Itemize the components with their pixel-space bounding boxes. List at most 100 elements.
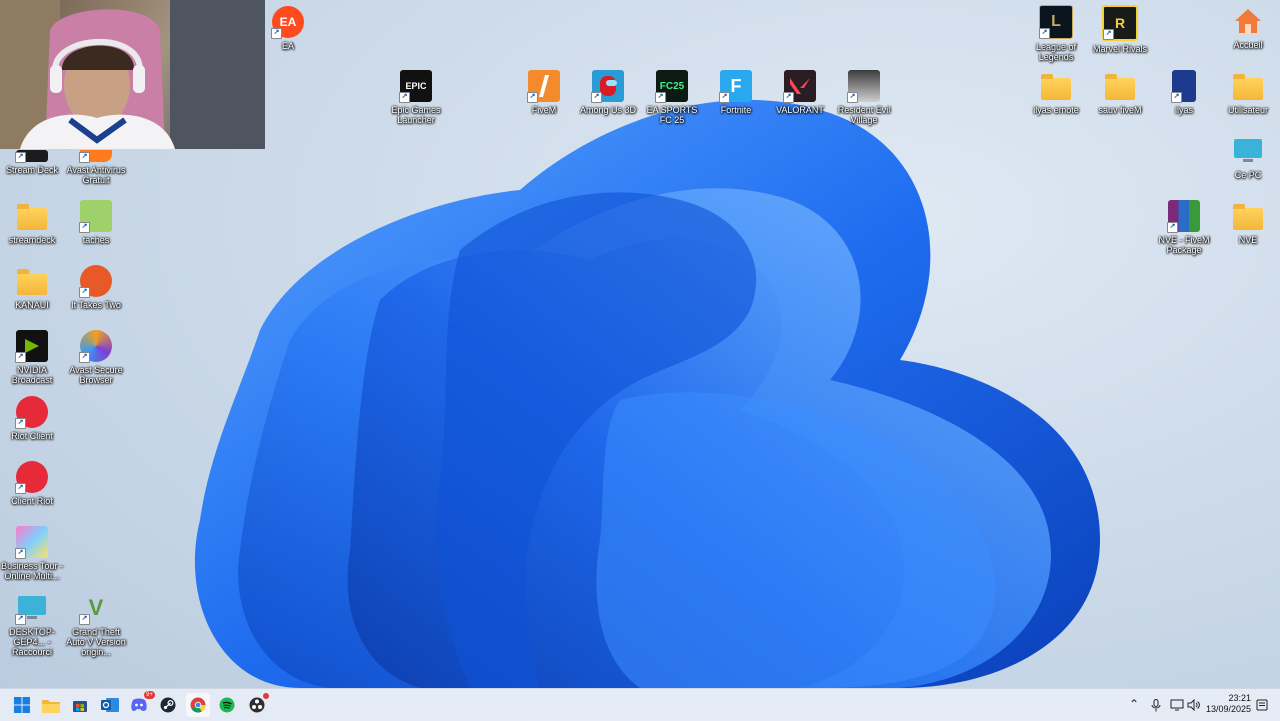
- notification-bell-icon[interactable]: [1256, 699, 1268, 711]
- desktop-icon-avast-antivirus[interactable]: ↗ Avast Antivirus Gratuit: [64, 150, 128, 185]
- desktop-icon-business-tour[interactable]: ↗ Business Tour - Online Multi...: [0, 526, 64, 581]
- icon-label: It Takes Two: [71, 300, 121, 310]
- desktop-icon-sauv-fivem[interactable]: sauv fiveM: [1088, 70, 1152, 115]
- desktop-icon-league-of-legends[interactable]: L ↗ League of Legends: [1024, 5, 1088, 62]
- shortcut-arrow-icon: ↗: [1167, 222, 1178, 233]
- icon-label: Marvel Rivals: [1092, 44, 1147, 54]
- ea-icon: EA ↗: [271, 6, 304, 39]
- shortcut-arrow-icon: ↗: [1103, 29, 1114, 40]
- shortcut-arrow-icon: ↗: [15, 352, 26, 363]
- shortcut-arrow-icon: ↗: [719, 92, 730, 103]
- desktop-icon-accueil[interactable]: Accueil: [1216, 5, 1280, 50]
- shortcut-arrow-icon: ↗: [79, 287, 90, 298]
- computer-icon: [1232, 135, 1264, 167]
- desktop-icon-ea-sports-fc25[interactable]: FC25 ↗ EA SPORTS FC 25: [640, 70, 704, 125]
- windows-logo-icon: [14, 697, 30, 713]
- discord-button[interactable]: 9+: [127, 691, 155, 717]
- icon-label: VALORANT: [776, 105, 824, 115]
- desktop-icon-ilyas-emote[interactable]: ilyas emote: [1024, 70, 1088, 115]
- system-clock[interactable]: 23:21 13/09/2025: [1206, 693, 1251, 715]
- riot-client-icon: ↗: [15, 461, 48, 494]
- obs-recording-button[interactable]: [245, 693, 269, 717]
- spotify-button[interactable]: [215, 693, 239, 717]
- outlook-button[interactable]: [98, 693, 122, 717]
- desktop-icon-valorant[interactable]: ↗ VALORANT: [768, 70, 832, 115]
- desktop-icon-gta-v[interactable]: V ↗ Grand Theft Auto V Version origin...: [64, 592, 128, 657]
- desktop-icon-marvel-rivals[interactable]: R ↗ Marvel Rivals: [1088, 5, 1152, 54]
- computer-icon: ↗: [15, 592, 48, 625]
- desktop-icon-epic-games[interactable]: EPIC ↗ Epic Games Launcher: [384, 70, 448, 125]
- icon-label: KANAUI: [15, 300, 49, 310]
- show-hidden-icons-chevron-icon[interactable]: ⌃: [1129, 697, 1139, 711]
- desktop-icon-streamdeck-folder[interactable]: streamdeck: [0, 200, 64, 245]
- desktop-icon-fortnite[interactable]: F ↗ Fortnite: [704, 70, 768, 115]
- icon-label: Ce PC: [1234, 170, 1262, 180]
- desktop: EA ↗ EA EPIC ↗ Epic Games Launcher ↗ Fiv…: [0, 0, 1280, 688]
- icon-label: ilyas: [1174, 105, 1193, 115]
- shortcut-arrow-icon: ↗: [591, 92, 602, 103]
- desktop-icon-nve[interactable]: NVE: [1216, 200, 1280, 245]
- icon-label: EA: [281, 41, 294, 51]
- shortcut-arrow-icon: ↗: [1039, 28, 1050, 39]
- icon-label: taches: [82, 235, 110, 245]
- shortcut-arrow-icon: ↗: [79, 222, 90, 233]
- shortcut-arrow-icon: ↗: [15, 614, 26, 625]
- shortcut-arrow-icon: ↗: [399, 92, 410, 103]
- icon-label: Accueil: [1233, 40, 1263, 50]
- start-button[interactable]: [10, 693, 34, 717]
- store-bag-icon: [73, 701, 87, 712]
- icon-label: Resident Evil Village: [837, 105, 891, 125]
- desktop-icon-kanaui[interactable]: KANAUI: [0, 265, 64, 310]
- clock-date: 13/09/2025: [1205, 704, 1251, 714]
- folder-icon: [16, 265, 48, 297]
- icon-label: NVE - FiveM Package: [1158, 235, 1210, 255]
- marvel-rivals-icon: R ↗: [1102, 5, 1138, 41]
- network-icon[interactable]: [1170, 699, 1184, 711]
- folder-icon: [1104, 70, 1136, 102]
- desktop-icon-ea[interactable]: EA ↗ EA: [256, 6, 320, 51]
- desktop-icon-stream-deck[interactable]: ↗ Stream Deck: [0, 150, 64, 175]
- desktop-icon-client-riot[interactable]: ↗ Client Riot: [0, 461, 64, 506]
- icon-label: streamdeck: [8, 235, 56, 245]
- shortcut-arrow-icon: ↗: [783, 92, 794, 103]
- icon-label: NVIDIA Broadcast: [11, 365, 53, 385]
- desktop-icon-fivem[interactable]: ↗ FiveM: [512, 70, 576, 115]
- icon-label: Business Tour - Online Multi...: [1, 561, 63, 581]
- steam-icon: [160, 697, 176, 713]
- desktop-icon-avast-secure-browser[interactable]: ↗ Avast Secure Browser: [64, 330, 128, 385]
- streamer-webcam-image: [0, 0, 265, 149]
- chrome-button[interactable]: [186, 693, 210, 717]
- file-explorer-button[interactable]: [39, 693, 63, 717]
- microsoft-store-button[interactable]: [68, 693, 92, 717]
- steam-button[interactable]: [156, 693, 180, 717]
- desktop-icon-nve-fivem-package[interactable]: ↗ NVE - FiveM Package: [1152, 200, 1216, 255]
- icon-label: Among Us 3D: [579, 105, 637, 115]
- desktop-icon-utilisateur[interactable]: Utilisateur: [1216, 70, 1280, 115]
- desktop-icon-ilyas[interactable]: ↗ ilyas: [1152, 70, 1216, 115]
- icon-label: sauv fiveM: [1098, 105, 1142, 115]
- desktop-icon-desktop-shortcut[interactable]: ↗ DESKTOP-GEP4... - Raccourci: [0, 592, 64, 657]
- folder-icon: [16, 200, 48, 232]
- desktop-icon-riot-client[interactable]: ↗ Riot Client: [0, 396, 64, 441]
- desktop-icon-it-takes-two[interactable]: ↗ It Takes Two: [64, 265, 128, 310]
- discord-icon: [131, 698, 147, 711]
- clock-time: 23:21: [1228, 693, 1251, 703]
- icon-label: Utilisateur: [1227, 105, 1268, 115]
- fc25-icon: FC25 ↗: [655, 70, 688, 103]
- icon-label: Client Riot: [11, 496, 53, 506]
- volume-icon[interactable]: [1187, 699, 1201, 711]
- desktop-icon-ce-pc[interactable]: Ce PC: [1216, 135, 1280, 180]
- desktop-icon-resident-evil-village[interactable]: ↗ Resident Evil Village: [832, 70, 896, 125]
- desktop-icon-taches[interactable]: ↗ taches: [64, 200, 128, 245]
- desktop-icon-nvidia-broadcast[interactable]: ↗ NVIDIA Broadcast: [0, 330, 64, 385]
- icon-label: ilyas emote: [1033, 105, 1079, 115]
- shortcut-arrow-icon: ↗: [847, 92, 858, 103]
- icon-label: Stream Deck: [5, 165, 58, 175]
- shortcut-arrow-icon: ↗: [527, 92, 538, 103]
- desktop-icon-among-us[interactable]: ↗ Among Us 3D: [576, 70, 640, 115]
- fivem-icon: ↗: [527, 70, 560, 103]
- microphone-icon[interactable]: [1151, 699, 1161, 712]
- folder-icon: [1040, 70, 1072, 102]
- winrar-archive-icon: ↗: [1167, 200, 1200, 233]
- resident-evil-icon: ↗: [847, 70, 880, 103]
